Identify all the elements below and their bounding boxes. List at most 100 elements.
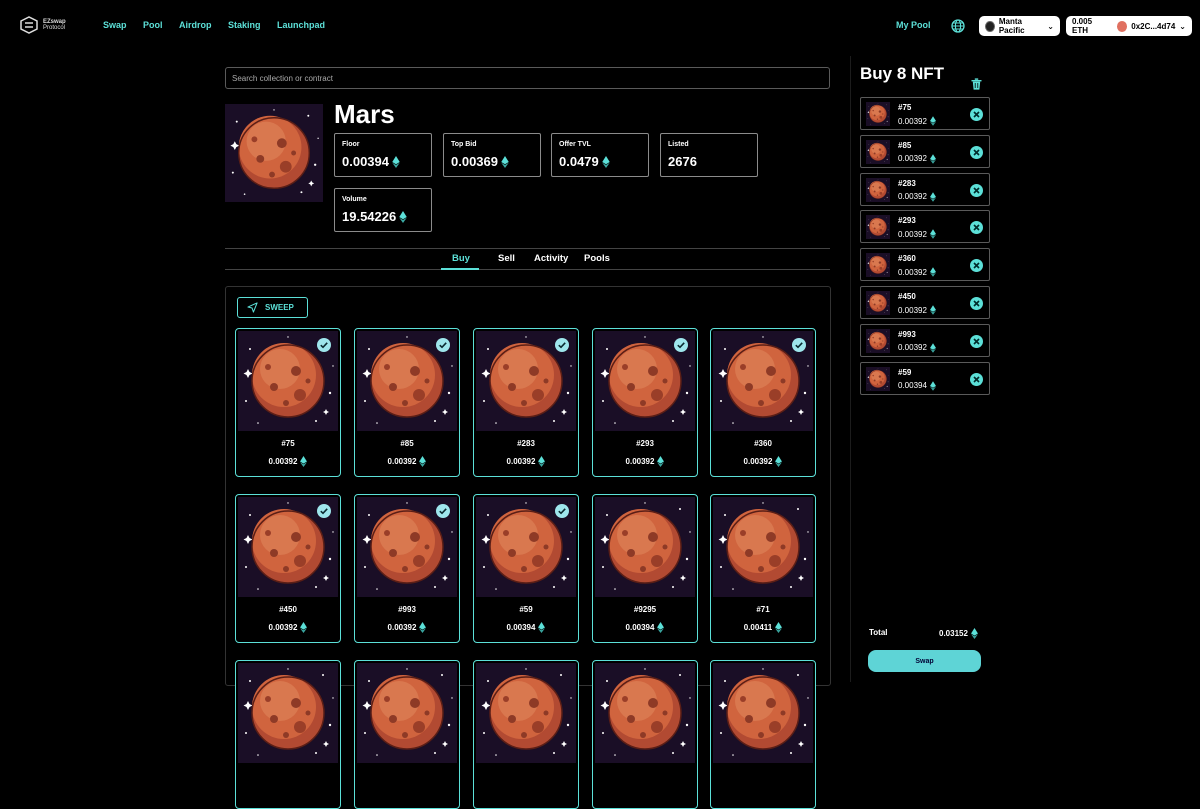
nft-name: #71 [756, 605, 770, 614]
eth-icon [419, 622, 426, 633]
nft-card[interactable]: #85 0.00392 [354, 328, 460, 477]
sidebar-divider [850, 56, 851, 682]
stat-label: Volume [342, 196, 367, 203]
eth-icon [657, 456, 664, 467]
cart-item-name: #283 [898, 178, 916, 188]
nav-my-pool[interactable]: My Pool [896, 20, 931, 30]
tab-buy[interactable]: Buy [452, 253, 470, 264]
globe-icon[interactable] [951, 19, 965, 33]
search-input[interactable] [225, 67, 830, 89]
remove-item-icon[interactable] [970, 259, 983, 272]
nft-card[interactable]: #360 0.00392 [710, 328, 816, 477]
eth-icon [300, 456, 307, 467]
nft-price: 0.00392 [236, 456, 340, 467]
nav-staking[interactable]: Staking [228, 20, 261, 30]
cart-item: #75 0.00392 [860, 97, 990, 130]
tab-pools[interactable]: Pools [584, 253, 610, 264]
nft-name: #360 [754, 439, 772, 448]
nft-card[interactable]: #59 0.00394 [473, 494, 579, 643]
remove-item-icon[interactable] [970, 108, 983, 121]
nft-card[interactable]: #9295 0.00394 [592, 494, 698, 643]
cart-item-name: #75 [898, 103, 912, 112]
nft-image [713, 497, 813, 597]
remove-item-icon[interactable] [970, 297, 983, 310]
nft-price: 0.00392 [236, 622, 340, 633]
network-selector[interactable]: Manta Pacific ⌄ [979, 16, 1060, 36]
nav-launchpad[interactable]: Launchpad [277, 20, 325, 30]
logo[interactable]: EZswap Protocol [19, 15, 66, 35]
nft-card[interactable] [592, 660, 698, 809]
total-value: 0.03152 [939, 628, 978, 639]
nft-price: 0.00392 [355, 622, 459, 633]
active-tab-indicator [441, 268, 479, 270]
tab-sell[interactable]: Sell [498, 253, 515, 264]
stat-label: Offer TVL [559, 141, 591, 148]
eth-icon [930, 229, 936, 239]
cart-item: #293 0.00392 [860, 210, 990, 244]
nft-name: #293 [636, 439, 654, 448]
cart-item-price: 0.00392 [898, 229, 936, 239]
cart-item-price: 0.00392 [898, 343, 936, 353]
remove-item-icon[interactable] [970, 221, 983, 234]
nft-card[interactable] [235, 660, 341, 809]
nft-card[interactable]: #71 0.00411 [710, 494, 816, 643]
nft-card[interactable] [354, 660, 460, 809]
eth-icon [930, 267, 936, 277]
eth-icon [930, 116, 936, 126]
nft-card[interactable]: #293 0.00392 [592, 328, 698, 477]
eth-icon [657, 622, 664, 633]
cart-item-price: 0.00392 [898, 267, 936, 277]
selected-check-icon [436, 338, 450, 352]
tabs-divider [225, 269, 830, 270]
stat-value: 0.00394 [342, 154, 400, 169]
stat-floor: Floor 0.00394 [334, 133, 432, 177]
nav-pool[interactable]: Pool [143, 20, 163, 30]
nft-thumbnail [866, 291, 890, 315]
eth-balance: 0.005 ETH [1072, 17, 1093, 35]
eth-icon [930, 305, 936, 315]
logo-subtext: Protocol [43, 25, 66, 31]
sweep-button[interactable]: SWEEP [237, 297, 308, 318]
wallet-button[interactable]: 0.005 ETH 0x2C...4d74 ⌄ [1066, 16, 1192, 36]
nft-card[interactable] [473, 660, 579, 809]
tab-activity[interactable]: Activity [534, 253, 568, 264]
remove-item-icon[interactable] [970, 146, 983, 159]
nft-card[interactable]: #993 0.00392 [354, 494, 460, 643]
chevron-down-icon: ⌄ [1047, 21, 1054, 31]
nft-price: 0.00411 [711, 622, 815, 633]
remove-item-icon[interactable] [970, 373, 983, 386]
eth-icon [930, 381, 936, 391]
cart-item-price: 0.00392 [898, 305, 936, 315]
eth-icon [501, 156, 509, 168]
collection-title: Mars [334, 99, 395, 129]
nft-card[interactable]: #75 0.00392 [235, 328, 341, 477]
swap-button[interactable]: Swap [868, 650, 981, 672]
logo-mark-icon [20, 16, 38, 34]
cart-item-name: #85 [898, 140, 912, 150]
eth-icon [775, 622, 782, 633]
cart-item: #993 0.00392 [860, 323, 990, 357]
nft-name: #75 [281, 439, 295, 448]
nav-swap[interactable]: Swap [103, 20, 127, 30]
eth-icon [538, 622, 545, 633]
nft-thumbnail [866, 178, 890, 202]
chevron-down-icon: ⌄ [1179, 21, 1186, 31]
remove-item-icon[interactable] [970, 335, 983, 348]
eth-icon [971, 628, 978, 639]
nft-card[interactable]: #450 0.00392 [235, 494, 341, 643]
cart-item: #85 0.00392 [860, 134, 990, 168]
nft-card[interactable] [710, 660, 816, 809]
nav-airdrop[interactable]: Airdrop [179, 20, 212, 30]
wallet-avatar [1116, 20, 1128, 32]
trash-icon[interactable] [971, 78, 982, 90]
cart-item-name: #293 [898, 216, 916, 226]
nft-card[interactable]: #283 0.00392 [473, 328, 579, 477]
sweep-label: SWEEP [265, 303, 294, 312]
nft-thumbnail [866, 215, 890, 239]
remove-item-icon[interactable] [970, 184, 983, 197]
wallet-address: 0x2C...4d74 [1131, 21, 1176, 31]
eth-icon [930, 343, 936, 353]
nft-price: 0.00394 [474, 622, 578, 633]
nft-image [476, 663, 576, 763]
stat-label: Top Bid [451, 141, 477, 148]
